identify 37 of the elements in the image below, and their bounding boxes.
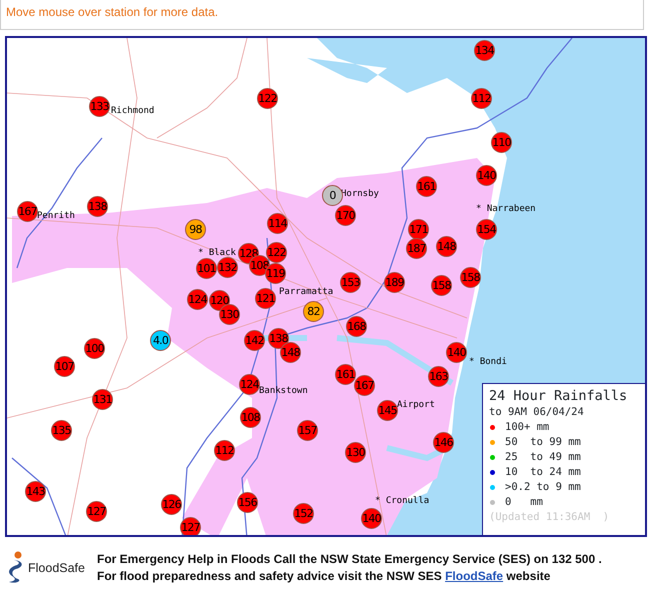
- rainfall-station-marker[interactable]: 126: [161, 494, 182, 515]
- place-label: Richmond: [111, 106, 154, 116]
- rainfall-station-marker[interactable]: 131: [92, 389, 113, 410]
- place-label: * Bondi: [469, 357, 507, 367]
- place-label: * Black: [198, 248, 236, 258]
- rainfall-station-marker[interactable]: 112: [214, 440, 235, 461]
- legend-label: 0 mm: [505, 495, 543, 510]
- rainfall-station-marker[interactable]: 156: [237, 492, 258, 513]
- legend-label: 50 to 99 mm: [505, 435, 581, 450]
- rainfall-station-marker[interactable]: 122: [257, 88, 278, 109]
- legend-label: 10 to 24 mm: [505, 465, 581, 480]
- logo-text: FloodSafe: [28, 560, 85, 577]
- rainfall-station-marker[interactable]: 4.0: [150, 330, 171, 351]
- rainfall-station-marker[interactable]: 133: [89, 96, 110, 117]
- legend-label: 25 to 49 mm: [505, 450, 581, 465]
- rainfall-station-marker[interactable]: 143: [25, 481, 46, 502]
- rainfall-station-marker[interactable]: 167: [17, 201, 38, 222]
- rainfall-station-marker[interactable]: 107: [54, 356, 75, 377]
- rainfall-station-marker[interactable]: 108: [240, 407, 261, 428]
- floodsafe-link[interactable]: FloodSafe: [445, 569, 504, 583]
- advice-text: For flood preparedness and safety advice visit the NSW SES FloodSafe website: [96, 568, 552, 585]
- rainfall-station-marker[interactable]: 127: [180, 517, 201, 535]
- place-label: Parramatta: [279, 287, 334, 297]
- place-label: * Cronulla: [375, 496, 430, 506]
- place-label: * Narrabeen: [476, 204, 536, 214]
- rainfall-station-marker[interactable]: 110: [491, 132, 512, 153]
- legend-label: >0.2 to 9 mm: [505, 480, 581, 495]
- rainfall-station-marker[interactable]: 138: [87, 196, 108, 217]
- rainfall-station-marker[interactable]: 127: [86, 501, 107, 522]
- place-label: Airport: [397, 400, 435, 410]
- rainfall-station-marker[interactable]: 100: [84, 338, 105, 359]
- legend-title: 24 Hour Rainfalls: [489, 388, 628, 405]
- legend-subtitle: to 9AM 06/04/24: [489, 405, 585, 420]
- instruction-text: Move mouse over station for more data.: [6, 5, 218, 19]
- emergency-text: For Emergency Help in Floods Call the NSW State Emergency Service (SES) on 132 500 .: [96, 551, 602, 568]
- rainfall-station-marker[interactable]: 135: [51, 420, 72, 441]
- legend-label: 100+ mm: [505, 420, 550, 435]
